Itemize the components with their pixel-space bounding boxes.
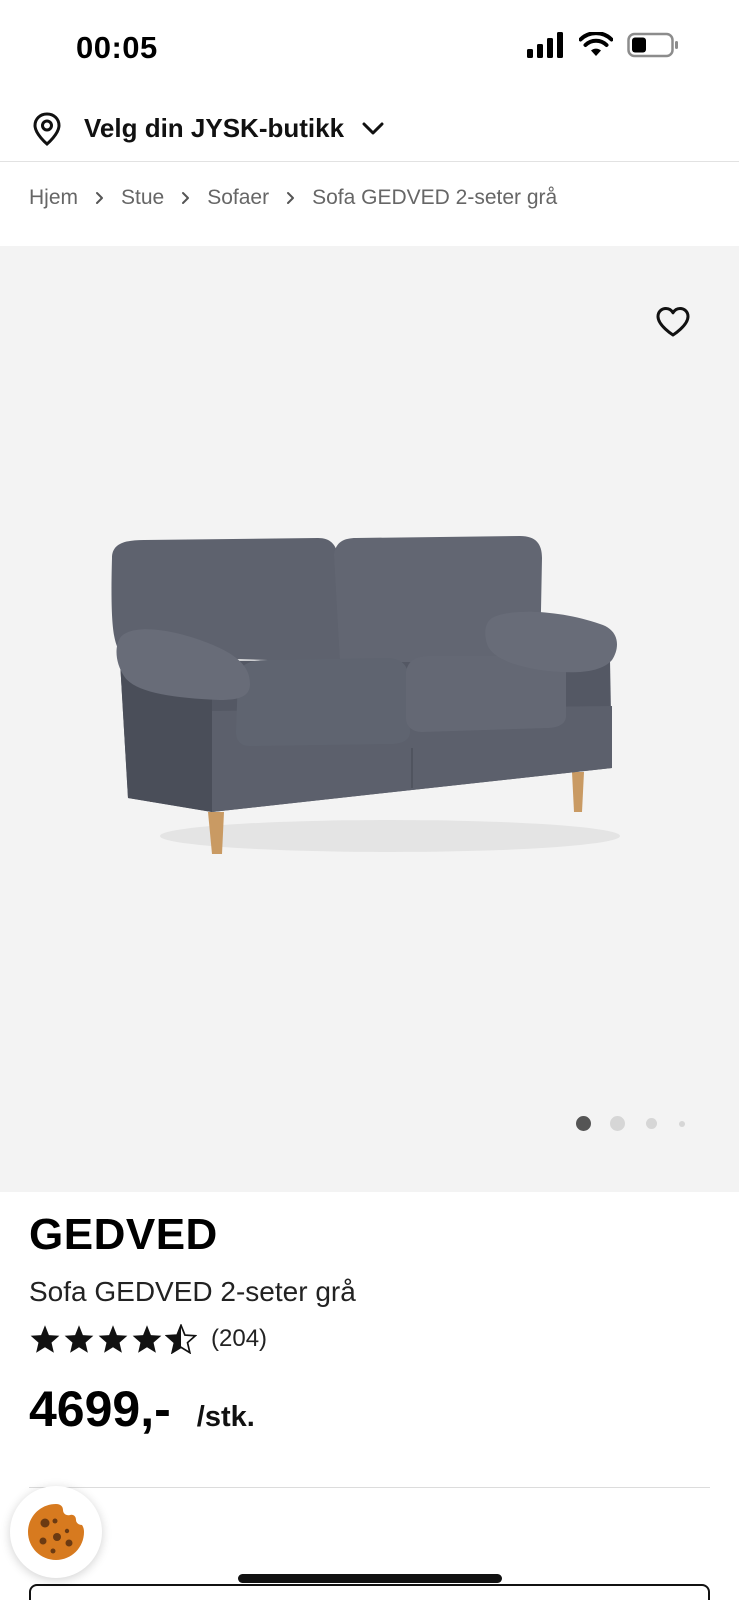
gallery-pagination[interactable] — [576, 1116, 685, 1131]
wifi-icon — [579, 32, 613, 56]
rating-count[interactable]: (204) — [211, 1325, 267, 1353]
pagination-dot-active[interactable] — [576, 1116, 591, 1131]
product-gallery[interactable] — [0, 246, 739, 1192]
location-pin-icon — [33, 111, 61, 146]
product-price: 4699,- — [29, 1381, 171, 1437]
product-rating[interactable]: (204) — [29, 1324, 267, 1354]
cellular-signal-icon — [527, 32, 563, 58]
star-icon — [132, 1325, 162, 1353]
favorite-button[interactable] — [653, 302, 693, 342]
product-brand: GEDVED — [29, 1210, 218, 1259]
rating-stars — [29, 1324, 197, 1354]
breadcrumb-sofaer[interactable]: Sofaer — [207, 186, 269, 210]
cookie-icon — [28, 1504, 84, 1560]
chevron-right-icon — [181, 191, 190, 205]
breadcrumb: Hjem Stue Sofaer Sofa GEDVED 2-seter grå — [29, 186, 557, 210]
status-bar: 00:05 — [0, 0, 739, 100]
status-icons — [527, 32, 679, 58]
star-icon — [64, 1325, 94, 1353]
divider — [29, 1487, 710, 1488]
pagination-dot[interactable] — [646, 1118, 657, 1129]
star-icon — [30, 1325, 60, 1353]
home-indicator — [238, 1574, 502, 1583]
breadcrumb-stue[interactable]: Stue — [121, 186, 164, 210]
star-half-icon — [165, 1324, 197, 1354]
price-row: 4699,- /stk. — [29, 1380, 255, 1438]
battery-icon — [627, 32, 678, 58]
breadcrumb-current: Sofa GEDVED 2-seter grå — [312, 186, 558, 209]
pagination-dot[interactable] — [610, 1116, 625, 1131]
pagination-dot[interactable] — [679, 1120, 685, 1127]
product-name: Sofa GEDVED 2-seter grå — [29, 1276, 356, 1307]
store-selector-label: Velg din JYSK-butikk — [84, 113, 345, 143]
chevron-down-icon — [362, 122, 384, 136]
status-time: 00:05 — [76, 30, 158, 65]
chevron-right-icon — [286, 191, 295, 205]
sofa-product-image — [111, 536, 620, 854]
star-icon — [98, 1325, 128, 1353]
breadcrumb-home[interactable]: Hjem — [29, 186, 78, 210]
cookie-settings-button[interactable] — [10, 1486, 102, 1578]
store-selector[interactable]: Velg din JYSK-butikk — [0, 96, 739, 162]
chevron-right-icon — [95, 191, 104, 205]
bottom-action-button[interactable] — [29, 1584, 710, 1600]
heart-outline-icon — [656, 307, 690, 337]
price-unit: /stk. — [196, 1401, 255, 1433]
